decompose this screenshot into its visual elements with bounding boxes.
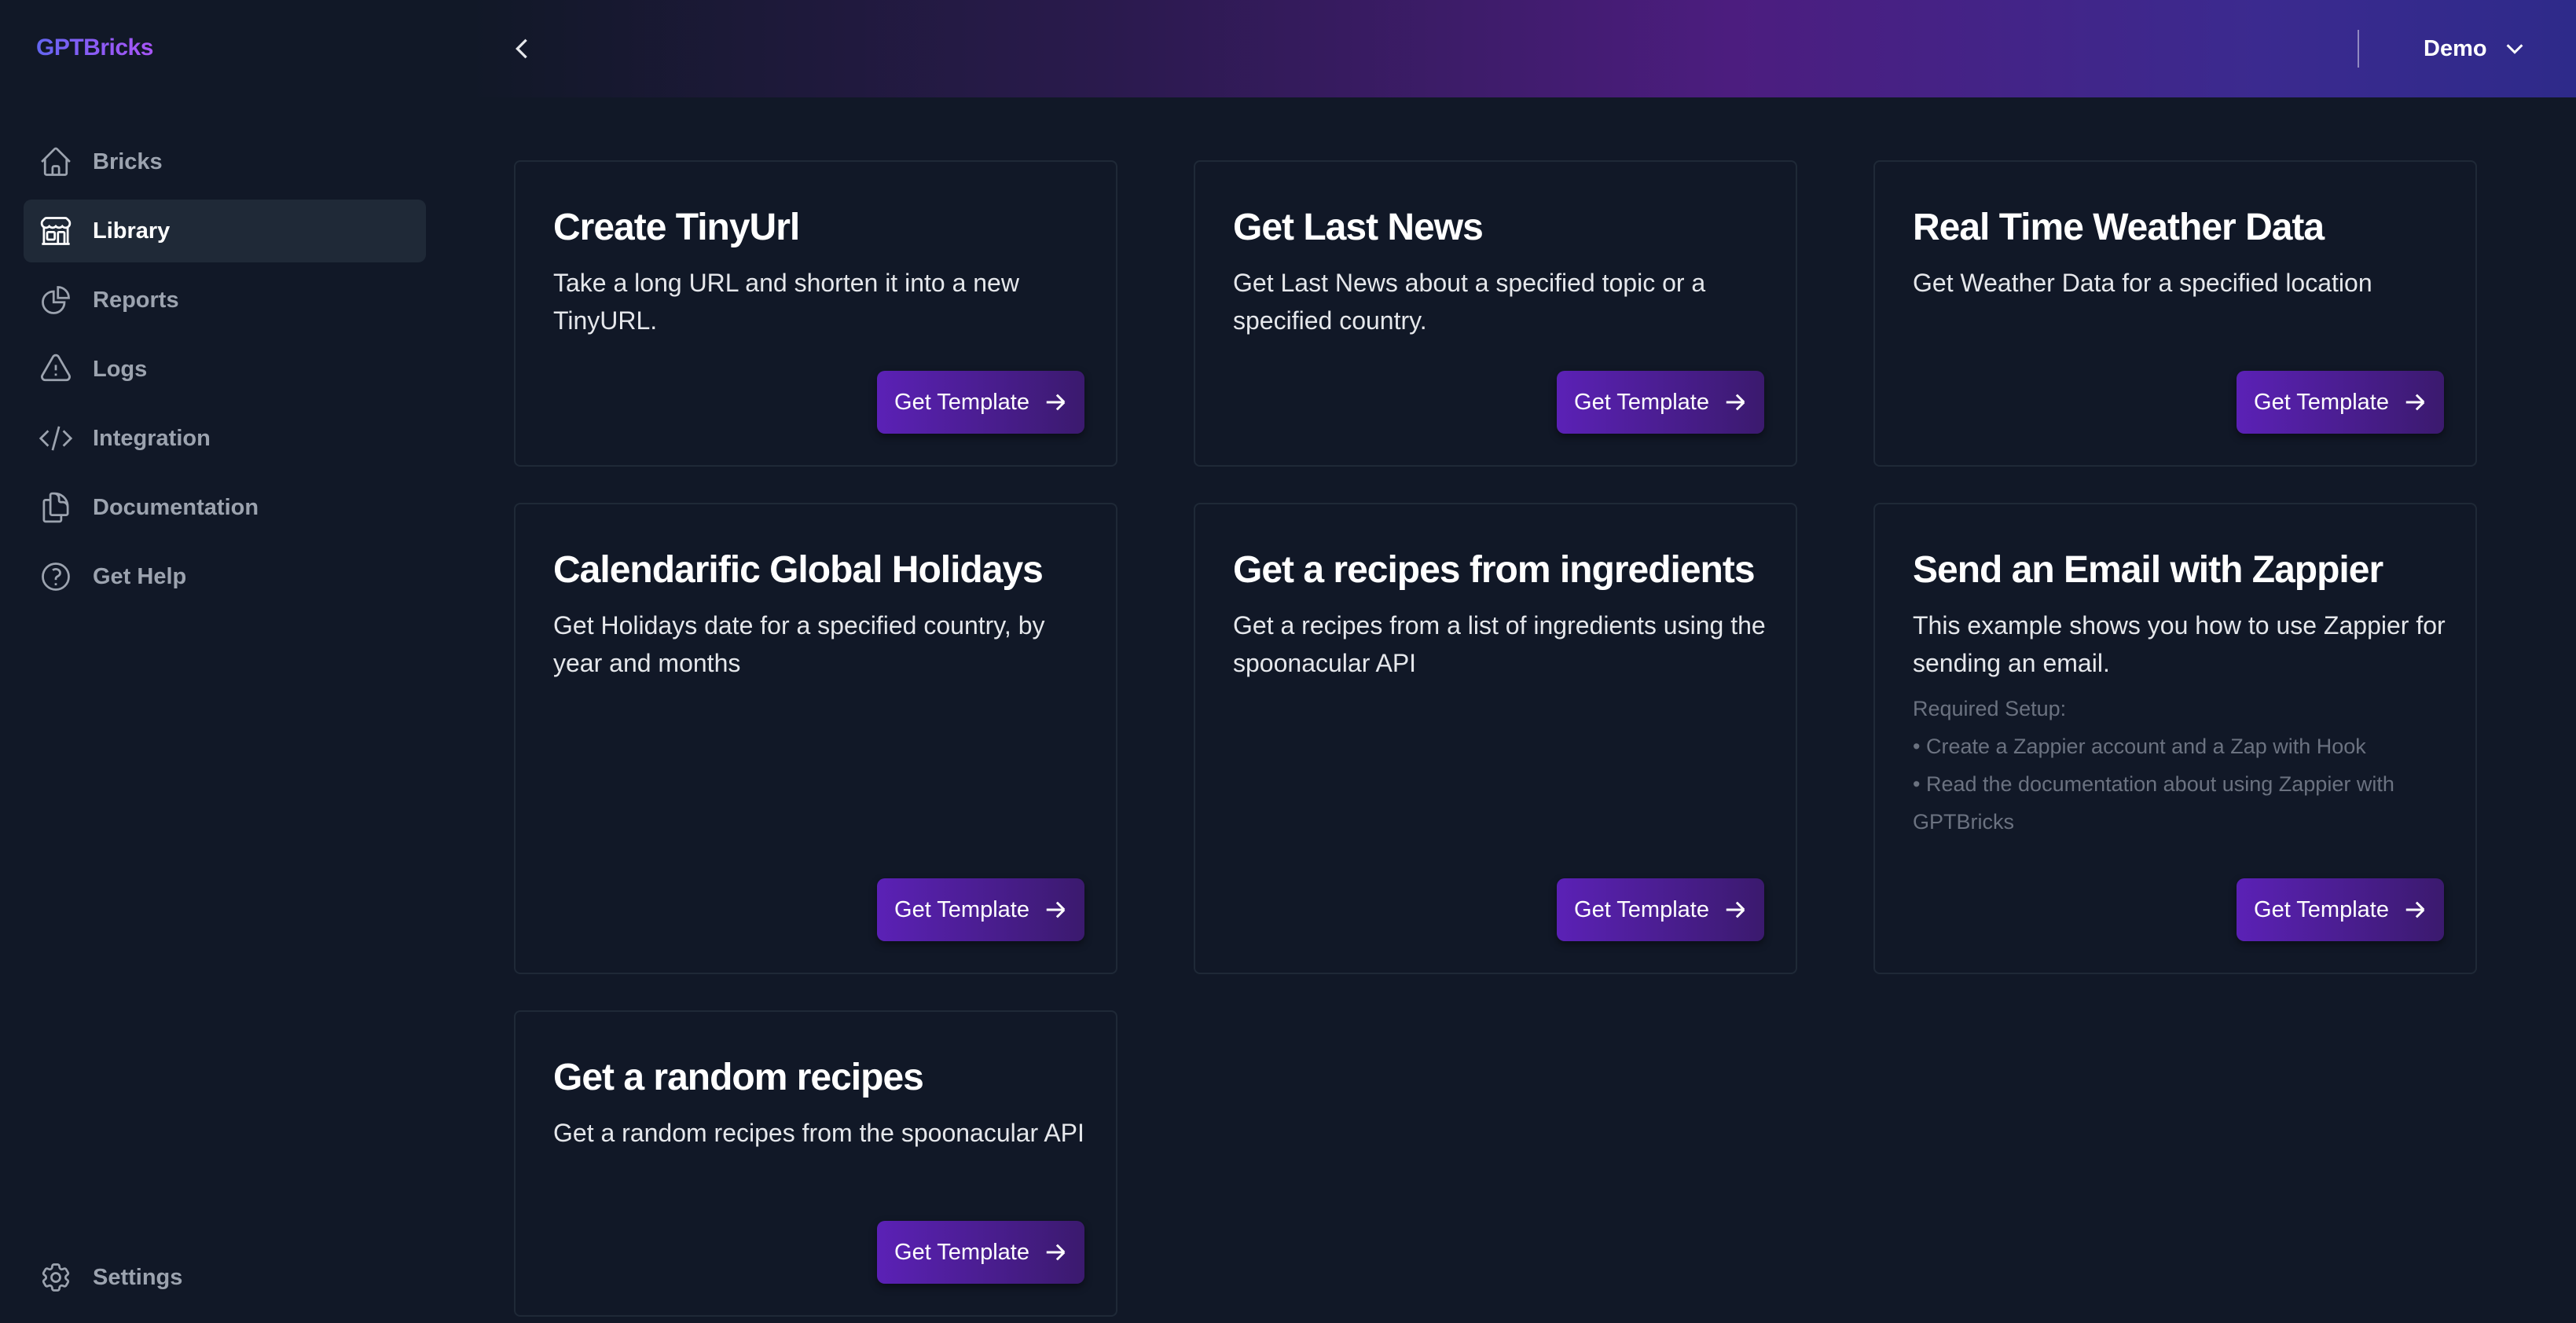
card-description: Get a recipes from a list of ingredients… [1233, 611, 1766, 677]
card-title: Get Last News [1233, 207, 1484, 248]
button-label: Get Template [894, 1239, 1029, 1265]
collapse-sidebar-button[interactable] [503, 30, 541, 68]
arrow-right-icon [2405, 901, 2425, 918]
button-label: Get Template [894, 389, 1029, 415]
sidebar-bottom: Settings [24, 1246, 426, 1315]
template-card: Send an Email with Zappier This example … [1873, 503, 2477, 974]
pie-chart-icon [38, 282, 74, 318]
sidebar-item-reports[interactable]: Reports [24, 269, 426, 332]
sidebar-item-documentation[interactable]: Documentation [24, 476, 426, 539]
button-label: Get Template [2254, 389, 2389, 415]
sidebar-item-label: Reports [93, 287, 179, 313]
template-card: Get a recipes from ingredients Get a rec… [1194, 503, 1797, 974]
card-description: Get Last News about a specified topic or… [1233, 269, 1706, 335]
sidebar: GPTBricks Bricks Library Reports Logs In… [0, 0, 472, 1323]
get-template-button[interactable]: Get Template [2237, 878, 2444, 941]
sidebar-item-bricks[interactable]: Bricks [24, 130, 426, 193]
card-title: Calendarific Global Holidays [553, 549, 1044, 591]
app-root: GPTBricks Bricks Library Reports Logs In… [0, 0, 2576, 1323]
button-label: Get Template [894, 896, 1029, 922]
button-label: Get Template [1574, 896, 1709, 922]
sidebar-item-label: Get Help [93, 563, 187, 589]
card-title: Create TinyUrl [553, 207, 800, 248]
sidebar-item-label: Logs [93, 356, 148, 382]
get-template-button[interactable]: Get Template [877, 371, 1084, 434]
arrow-right-icon [1046, 901, 1066, 918]
home-icon [38, 144, 74, 180]
sidebar-nav: Bricks Library Reports Logs Integration … [24, 130, 426, 614]
required-setup: Required Setup: • Create a Zappier accou… [1913, 690, 2455, 841]
template-card: Real Time Weather Data Get Weather Data … [1873, 160, 2477, 467]
sidebar-item-label: Bricks [93, 148, 163, 174]
warning-icon [38, 351, 74, 387]
sidebar-item-integration[interactable]: Integration [24, 407, 426, 470]
sidebar-item-get-help[interactable]: Get Help [24, 545, 426, 608]
header-divider [2358, 30, 2359, 68]
arrow-right-icon [1046, 1244, 1066, 1261]
user-menu-label: Demo [2424, 35, 2487, 61]
arrow-right-icon [1046, 394, 1066, 411]
card-title: Get a random recipes [553, 1057, 924, 1098]
card-description: Get Weather Data for a specified locatio… [1913, 269, 2372, 297]
gear-icon [38, 1259, 74, 1296]
sidebar-item-logs[interactable]: Logs [24, 338, 426, 401]
chevron-left-icon [516, 38, 527, 59]
code-icon [38, 420, 74, 456]
sidebar-item-settings[interactable]: Settings [24, 1246, 426, 1309]
template-card: Create TinyUrl Take a long URL and short… [514, 160, 1117, 467]
card-description: Take a long URL and shorten it into a ne… [553, 269, 1019, 335]
card-title: Send an Email with Zappier [1913, 549, 2383, 591]
get-template-button[interactable]: Get Template [1557, 371, 1764, 434]
get-template-button[interactable]: Get Template [1557, 878, 1764, 941]
sidebar-item-label: Settings [93, 1264, 183, 1290]
get-template-button[interactable]: Get Template [877, 1221, 1084, 1284]
card-description: This example shows you how to use Zappie… [1913, 611, 2446, 677]
required-setup-step: • Read the documentation about using Zap… [1913, 772, 2394, 834]
user-menu-button[interactable]: Demo [2424, 30, 2526, 68]
arrow-right-icon [1726, 901, 1745, 918]
chevron-down-icon [2506, 44, 2523, 54]
card-title: Get a recipes from ingredients [1233, 549, 1756, 591]
get-template-button[interactable]: Get Template [2237, 371, 2444, 434]
template-card: Get Last News Get Last News about a spec… [1194, 160, 1797, 467]
sidebar-item-library[interactable]: Library [24, 200, 426, 262]
required-setup-heading: Required Setup: [1913, 697, 2067, 720]
card-description: Get a random recipes from the spoonacula… [553, 1119, 1084, 1147]
sidebar-item-label: Library [93, 218, 171, 244]
arrow-right-icon [1726, 394, 1745, 411]
top-header: Demo [472, 0, 2576, 97]
storefront-icon [38, 213, 74, 249]
get-template-button[interactable]: Get Template [877, 878, 1084, 941]
app-logo[interactable]: GPTBricks [36, 35, 153, 61]
sidebar-item-label: Documentation [93, 494, 259, 520]
arrow-right-icon [2405, 394, 2425, 411]
template-card: Get a random recipes Get a random recipe… [514, 1010, 1117, 1317]
required-setup-step: • Create a Zappier account and a Zap wit… [1913, 735, 2366, 758]
template-card: Calendarific Global Holidays Get Holiday… [514, 503, 1117, 974]
documents-icon [38, 489, 74, 526]
card-title: Real Time Weather Data [1913, 207, 2325, 248]
question-circle-icon [38, 559, 74, 595]
card-description: Get Holidays date for a specified countr… [553, 611, 1045, 677]
sidebar-item-label: Integration [93, 425, 211, 451]
button-label: Get Template [1574, 389, 1709, 415]
button-label: Get Template [2254, 896, 2389, 922]
